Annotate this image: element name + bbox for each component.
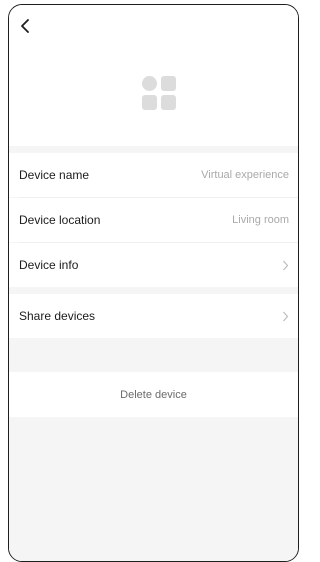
- chevron-right-icon: [282, 260, 289, 271]
- device-name-value: Virtual experience: [201, 169, 289, 181]
- device-header: [9, 5, 298, 146]
- device-name-label: Device name: [19, 168, 90, 182]
- device-info-row[interactable]: Device info: [9, 243, 298, 287]
- empty-area: [9, 417, 298, 561]
- share-devices-label: Share devices: [19, 309, 96, 323]
- device-info-label: Device info: [19, 258, 79, 272]
- device-name-row[interactable]: Device name Virtual experience: [9, 153, 298, 197]
- chevron-left-icon: [21, 19, 29, 33]
- phone-screen: Device name Virtual experience Device lo…: [8, 4, 299, 562]
- grid-four-squares-icon: [142, 76, 176, 110]
- device-location-label: Device location: [19, 213, 101, 227]
- device-location-value: Living room: [232, 214, 289, 226]
- chevron-right-icon: [282, 311, 289, 322]
- back-button[interactable]: [14, 15, 36, 37]
- delete-device-button[interactable]: Delete device: [9, 372, 298, 417]
- device-location-row[interactable]: Device location Living room: [9, 198, 298, 242]
- delete-device-label: Delete device: [120, 388, 187, 401]
- share-devices-row[interactable]: Share devices: [9, 294, 298, 338]
